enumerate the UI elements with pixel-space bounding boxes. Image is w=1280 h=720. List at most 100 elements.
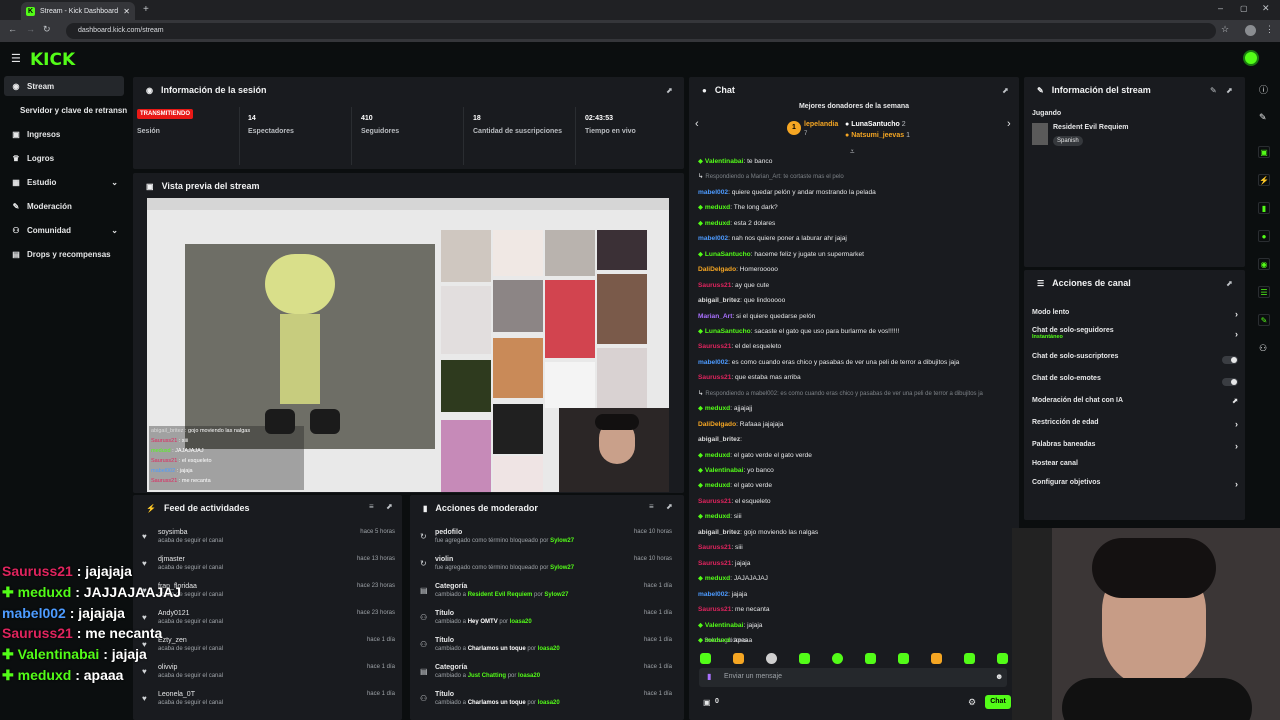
followers-only-action[interactable]: Chat de solo-seguidores Instantáneo ›: [1032, 327, 1242, 345]
chat-username[interactable]: abigail_britez: [698, 297, 740, 304]
reload-icon[interactable]: ↻: [43, 24, 51, 35]
collapse-icon[interactable]: ⩡: [850, 147, 855, 157]
emote-icon[interactable]: [964, 653, 975, 664]
emotes-only-action[interactable]: Chat de solo-emotes: [1032, 375, 1242, 389]
chat-username[interactable]: meduxd: [705, 452, 730, 459]
edit-icon[interactable]: ✎: [1210, 86, 1217, 95]
emote-icon[interactable]: [766, 653, 777, 664]
emote-icon[interactable]: [700, 653, 711, 664]
chat-username[interactable]: Sauruss21: [698, 282, 731, 289]
age-restriction-action[interactable]: Restricción de edad ›: [1032, 419, 1242, 433]
browser-tab[interactable]: K Stream - Kick Dashboard ✕: [21, 2, 135, 20]
new-tab-icon[interactable]: +: [143, 4, 149, 15]
wrench-icon[interactable]: ✎: [1258, 314, 1270, 326]
chat-username[interactable]: meduxd: [705, 204, 730, 211]
chat-username[interactable]: Sauruss21: [698, 343, 731, 350]
stream-preview-video[interactable]: abigail_britez : gojo moviendo las nalga…: [147, 198, 669, 492]
slow-mode-action[interactable]: Modo lento ›: [1032, 309, 1242, 323]
donors-next-icon[interactable]: ›: [1007, 118, 1011, 130]
chat-username[interactable]: mabel002: [698, 591, 728, 598]
bookmark-star-icon[interactable]: ☆: [1221, 24, 1229, 35]
chat-username[interactable]: Marian_Art: [698, 313, 732, 320]
emote-icon[interactable]: [931, 653, 942, 664]
chat-username[interactable]: meduxd: [705, 482, 730, 489]
browser-menu-icon[interactable]: ⋮: [1265, 24, 1274, 35]
lightning-icon[interactable]: ⚡: [1258, 174, 1270, 186]
goals-action[interactable]: Configurar objetivos ›: [1032, 479, 1242, 493]
edit-pencil-icon[interactable]: ✎: [1259, 112, 1267, 123]
emote-icon[interactable]: [865, 653, 876, 664]
chat-username[interactable]: abigail_britez: [698, 436, 740, 443]
close-window-icon[interactable]: ✕: [1262, 3, 1270, 14]
filter-icon[interactable]: ≡: [369, 502, 374, 511]
list-icon[interactable]: ☰: [1258, 286, 1270, 298]
chat-username[interactable]: Sauruss21: [698, 498, 731, 505]
donors-prev-icon[interactable]: ‹: [695, 118, 699, 130]
emote-icon[interactable]: [733, 653, 744, 664]
sidebar-item-comunidad[interactable]: ⚇ Comunidad ⌄: [4, 220, 124, 240]
document-icon[interactable]: ▮: [1258, 202, 1270, 214]
emote-icon[interactable]: [799, 653, 810, 664]
chat-bubble-icon[interactable]: ●: [1258, 230, 1270, 242]
external-link-icon[interactable]: ⬈: [386, 502, 393, 511]
sidebar-item-logros[interactable]: ♛ Logros: [4, 148, 124, 168]
sidebar-item-ingresos[interactable]: ▣ Ingresos: [4, 124, 124, 144]
chat-username[interactable]: Valentinabai: [705, 158, 743, 165]
game-name[interactable]: Resident Evil Requiem: [1053, 124, 1128, 131]
emoji-icon[interactable]: ☻: [995, 672, 1003, 681]
external-link-icon[interactable]: ⬈: [666, 86, 673, 95]
chat-username[interactable]: Sauruss21: [698, 606, 731, 613]
chat-username[interactable]: LunaSantucho: [705, 251, 751, 258]
chat-settings-icon[interactable]: ⚙: [968, 697, 976, 708]
chat-username[interactable]: Sauruss21: [698, 374, 731, 381]
filter-icon[interactable]: ≡: [649, 502, 654, 511]
chat-username[interactable]: Sauruss21: [698, 544, 731, 551]
chat-username[interactable]: meduxd: [705, 575, 730, 582]
chat-username[interactable]: meduxd: [705, 220, 730, 227]
subscribers-only-action[interactable]: Chat de solo-suscriptores: [1032, 353, 1242, 367]
external-link-icon[interactable]: ⬈: [1226, 279, 1233, 288]
chat-username[interactable]: meduxd: [705, 405, 730, 412]
people-icon[interactable]: ⚇: [1259, 343, 1267, 354]
banned-words-action[interactable]: Palabras baneadas ›: [1032, 441, 1242, 455]
subscribers-only-toggle[interactable]: [1222, 356, 1238, 364]
chat-username[interactable]: LunaSantucho: [705, 328, 751, 335]
broadcast-icon[interactable]: ◉: [1258, 258, 1270, 270]
external-link-icon[interactable]: ⬈: [1226, 86, 1233, 95]
hamburger-menu-icon[interactable]: ☰: [11, 52, 21, 65]
minimize-icon[interactable]: –: [1218, 3, 1223, 13]
close-tab-icon[interactable]: ✕: [123, 7, 130, 16]
chat-username[interactable]: meduxd: [705, 513, 730, 520]
profile-avatar[interactable]: [1245, 25, 1256, 36]
sidebar-item-stream[interactable]: ◉ Stream: [4, 76, 124, 96]
chat-username[interactable]: meduxd: [705, 637, 730, 644]
chat-username[interactable]: mabel002: [698, 359, 728, 366]
chat-username[interactable]: DaliDelgado: [698, 266, 736, 273]
external-link-icon[interactable]: ⬈: [666, 502, 673, 511]
emote-icon[interactable]: [832, 653, 843, 664]
chat-username[interactable]: DaliDelgado: [698, 421, 736, 428]
address-bar[interactable]: dashboard.kick.com/stream: [66, 23, 1216, 39]
ai-moderation-action[interactable]: Moderación del chat con IA ⬈: [1032, 397, 1242, 411]
camera-icon[interactable]: ▣: [1258, 146, 1270, 158]
chat-username[interactable]: abigail_britez: [698, 529, 740, 536]
sidebar-item-server-key[interactable]: Servidor y clave de retransn: [4, 100, 128, 120]
emotes-only-toggle[interactable]: [1222, 378, 1238, 386]
maximize-icon[interactable]: ▢: [1240, 4, 1248, 13]
chat-username[interactable]: Sauruss21: [698, 560, 731, 567]
sidebar-item-moderacion[interactable]: ✎ Moderación: [4, 196, 124, 216]
sidebar-item-estudio[interactable]: ▦ Estudio ⌄: [4, 172, 124, 192]
forward-icon[interactable]: →: [26, 24, 35, 34]
kick-logo[interactable]: KICK: [30, 50, 75, 70]
emote-icon[interactable]: [898, 653, 909, 664]
chat-input[interactable]: ▮ Enviar un mensaje ☻: [699, 668, 1007, 687]
chat-username[interactable]: mabel002: [698, 189, 728, 196]
sidebar-item-drops[interactable]: ▤ Drops y recompensas: [4, 244, 124, 264]
user-avatar[interactable]: [1243, 50, 1259, 66]
chat-username[interactable]: Valentinabai: [705, 467, 743, 474]
external-link-icon[interactable]: ⬈: [1002, 86, 1009, 95]
info-icon[interactable]: ⓘ: [1259, 83, 1268, 96]
chat-username[interactable]: mabel002: [698, 235, 728, 242]
send-chat-button[interactable]: Chat: [985, 695, 1011, 709]
host-channel-action[interactable]: Hostear canal: [1032, 460, 1242, 474]
